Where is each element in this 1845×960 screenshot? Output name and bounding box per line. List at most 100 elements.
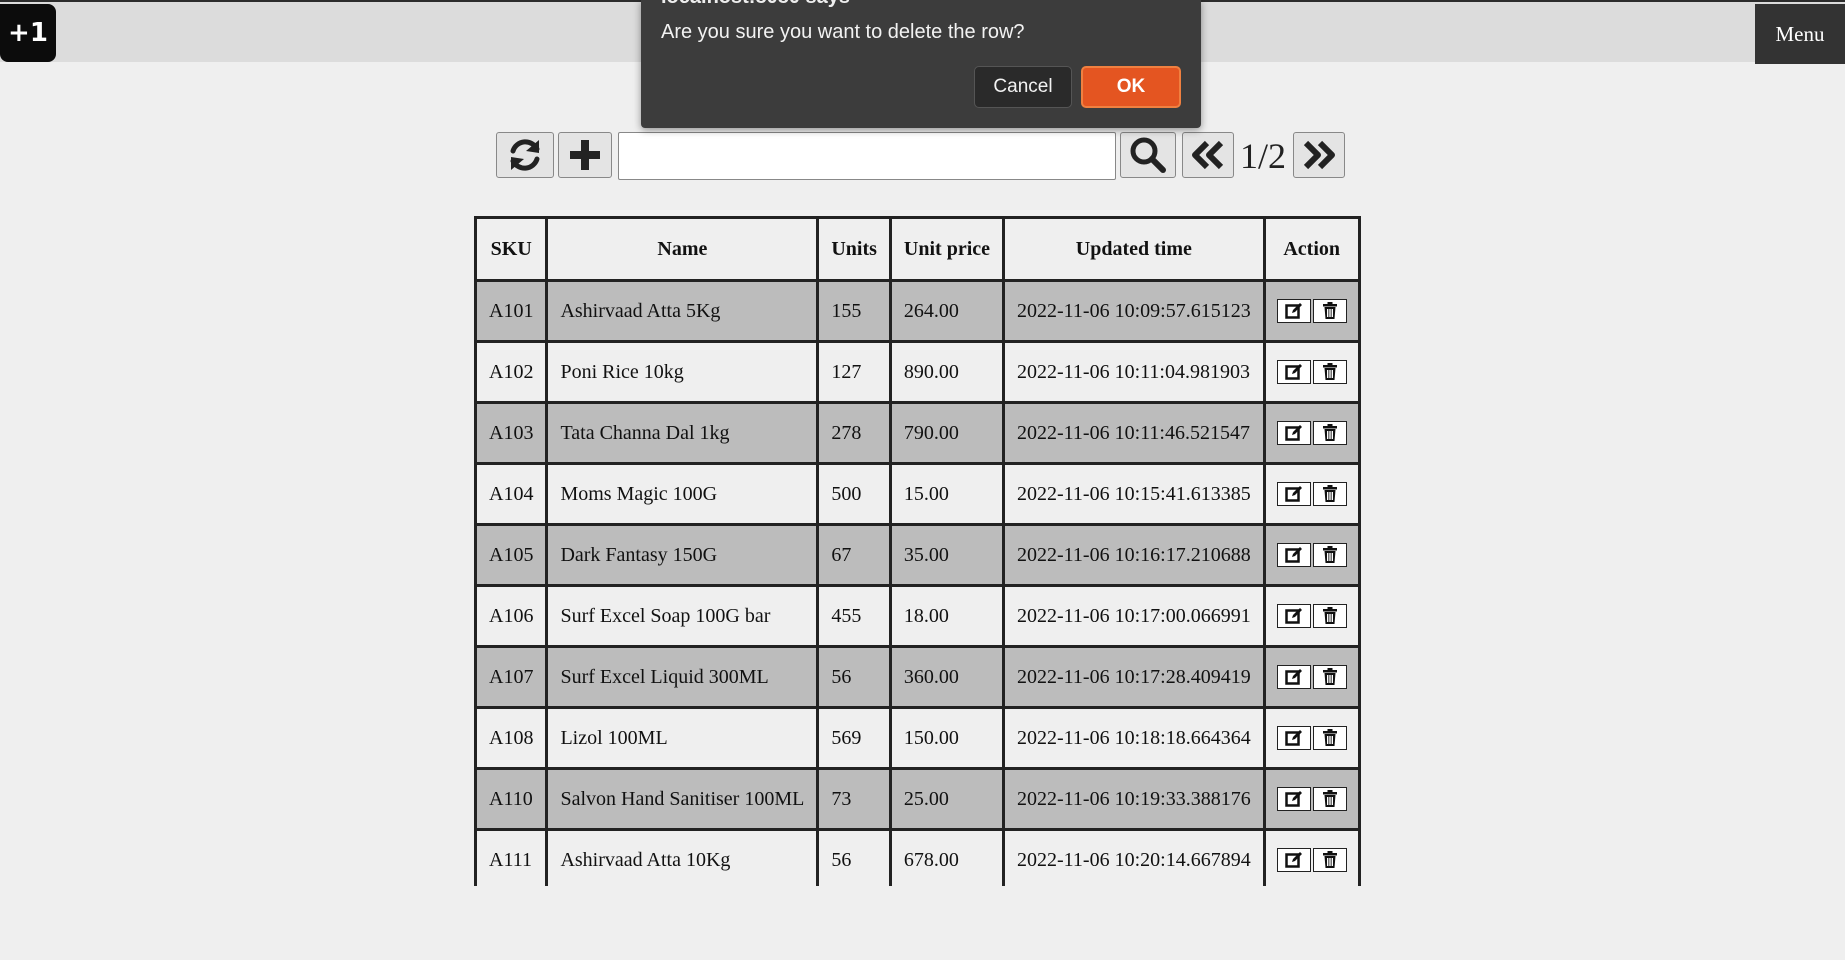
cell-action xyxy=(1262,645,1361,709)
cell-unit-price: 15.00 xyxy=(888,462,1006,526)
cell-name: Ashirvaad Atta 5Kg xyxy=(545,279,820,343)
column-header-updated-time: Updated time xyxy=(1002,216,1266,282)
cell-action xyxy=(1262,462,1361,526)
double-chevron-right-icon xyxy=(1303,140,1335,170)
edit-button[interactable] xyxy=(1276,787,1311,812)
edit-icon xyxy=(1284,364,1302,380)
cell-name: Ashirvaad Atta 10Kg xyxy=(545,828,820,886)
cell-sku: A111 xyxy=(474,828,549,886)
delete-button[interactable] xyxy=(1312,360,1347,385)
delete-button[interactable] xyxy=(1312,665,1347,690)
plus-icon xyxy=(570,140,600,170)
trash-icon xyxy=(1322,363,1337,381)
add-button[interactable] xyxy=(558,132,612,178)
refresh-button[interactable] xyxy=(496,132,554,178)
cell-action xyxy=(1262,706,1361,770)
cell-name: Tata Channa Dal 1kg xyxy=(545,401,820,465)
cell-updated-time: 2022-11-06 10:16:17.210688 xyxy=(1002,523,1266,587)
delete-button[interactable] xyxy=(1312,482,1347,507)
cell-sku: A104 xyxy=(474,462,549,526)
delete-button[interactable] xyxy=(1312,604,1347,629)
cell-action xyxy=(1262,828,1361,886)
inventory-table-container[interactable]: SKU Name Units Unit price Updated time A… xyxy=(474,216,1370,886)
trash-icon xyxy=(1322,546,1337,564)
ok-button[interactable]: OK xyxy=(1081,66,1181,108)
cell-units: 56 xyxy=(816,645,892,709)
edit-icon xyxy=(1284,547,1302,563)
column-header-name: Name xyxy=(545,216,820,282)
cell-updated-time: 2022-11-06 10:20:14.667894 xyxy=(1002,828,1266,886)
trash-icon xyxy=(1322,607,1337,625)
trash-icon xyxy=(1322,790,1337,808)
trash-icon xyxy=(1322,302,1337,320)
cell-name: Surf Excel Liquid 300ML xyxy=(545,645,820,709)
search-button[interactable] xyxy=(1120,132,1176,178)
delete-button[interactable] xyxy=(1312,543,1347,568)
edit-button[interactable] xyxy=(1276,421,1311,446)
trash-icon xyxy=(1322,851,1337,869)
cell-unit-price: 264.00 xyxy=(888,279,1006,343)
edit-button[interactable] xyxy=(1276,726,1311,751)
delete-button[interactable] xyxy=(1312,848,1347,873)
table-header-row: SKU Name Units Unit price Updated time A… xyxy=(474,216,1361,282)
cell-unit-price: 790.00 xyxy=(888,401,1006,465)
cell-name: Dark Fantasy 150G xyxy=(545,523,820,587)
table-row: A103 Tata Channa Dal 1kg 278 790.00 2022-11-… xyxy=(474,401,1361,465)
edit-button[interactable] xyxy=(1276,482,1311,507)
cell-sku: A106 xyxy=(474,584,549,648)
cell-sku: A105 xyxy=(474,523,549,587)
delete-button[interactable] xyxy=(1312,787,1347,812)
table-row: A110 Salvon Hand Sanitiser 100ML 73 25.00 20… xyxy=(474,767,1361,831)
cell-units: 56 xyxy=(816,828,892,886)
table-row: A102 Poni Rice 10kg 127 890.00 2022-11-06 10… xyxy=(474,340,1361,404)
cell-unit-price: 18.00 xyxy=(888,584,1006,648)
cell-action xyxy=(1262,401,1361,465)
cell-action xyxy=(1262,523,1361,587)
cell-action xyxy=(1262,767,1361,831)
cell-updated-time: 2022-11-06 10:09:57.615123 xyxy=(1002,279,1266,343)
trash-icon xyxy=(1322,668,1337,686)
cell-sku: A110 xyxy=(474,767,549,831)
cell-action xyxy=(1262,340,1361,404)
cell-sku: A107 xyxy=(474,645,549,709)
dialog-message: Are you sure you want to delete the row? xyxy=(661,21,1025,43)
refresh-icon xyxy=(510,139,540,171)
table-row: A107 Surf Excel Liquid 300ML 56 360.00 2022-… xyxy=(474,645,1361,709)
edit-icon xyxy=(1284,486,1302,502)
cell-units: 155 xyxy=(816,279,892,343)
table-row: A101 Ashirvaad Atta 5Kg 155 264.00 2022-11-0… xyxy=(474,279,1361,343)
edit-button[interactable] xyxy=(1276,299,1311,324)
column-header-units: Units xyxy=(816,216,892,282)
menu-button[interactable]: Menu xyxy=(1755,4,1845,64)
cell-name: Moms Magic 100G xyxy=(545,462,820,526)
cell-unit-price: 25.00 xyxy=(888,767,1006,831)
cell-updated-time: 2022-11-06 10:18:18.664364 xyxy=(1002,706,1266,770)
cell-units: 278 xyxy=(816,401,892,465)
edit-button[interactable] xyxy=(1276,665,1311,690)
edit-button[interactable] xyxy=(1276,543,1311,568)
cell-updated-time: 2022-11-06 10:19:33.388176 xyxy=(1002,767,1266,831)
cell-action xyxy=(1262,584,1361,648)
cell-action xyxy=(1262,279,1361,343)
app-logo[interactable]: +1 xyxy=(0,4,56,62)
cell-updated-time: 2022-11-06 10:17:28.409419 xyxy=(1002,645,1266,709)
edit-icon xyxy=(1284,608,1302,624)
cell-updated-time: 2022-11-06 10:11:46.521547 xyxy=(1002,401,1266,465)
edit-icon xyxy=(1284,669,1302,685)
table-row: A111 Ashirvaad Atta 10Kg 56 678.00 2022-11-0… xyxy=(474,828,1361,886)
delete-button[interactable] xyxy=(1312,726,1347,751)
delete-button[interactable] xyxy=(1312,299,1347,324)
prev-page-button[interactable] xyxy=(1182,132,1234,178)
edit-button[interactable] xyxy=(1276,848,1311,873)
cell-name: Poni Rice 10kg xyxy=(545,340,820,404)
table-row: A104 Moms Magic 100G 500 15.00 2022-11-06 10… xyxy=(474,462,1361,526)
confirm-delete-dialog: localhost:8080 says Are you sure you wan… xyxy=(641,0,1201,128)
next-page-button[interactable] xyxy=(1293,132,1345,178)
delete-button[interactable] xyxy=(1312,421,1347,446)
table-row: A105 Dark Fantasy 150G 67 35.00 2022-11-06 1… xyxy=(474,523,1361,587)
edit-button[interactable] xyxy=(1276,360,1311,385)
search-input[interactable] xyxy=(618,132,1116,180)
cancel-button[interactable]: Cancel xyxy=(974,66,1072,108)
edit-button[interactable] xyxy=(1276,604,1311,629)
edit-icon xyxy=(1284,791,1302,807)
